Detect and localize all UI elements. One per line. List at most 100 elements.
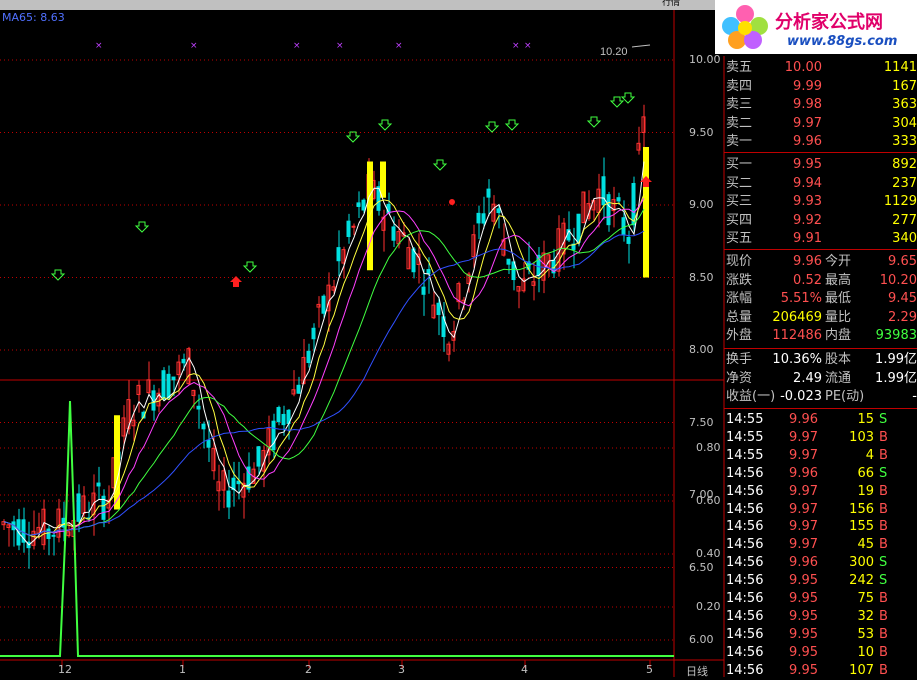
quote-cell: B — [879, 483, 888, 499]
quote-cell: 2.49 — [793, 370, 822, 386]
candle-body — [46, 528, 51, 539]
buy-arrow-icon — [484, 121, 500, 133]
logo-url[interactable]: www.88gs.com — [787, 34, 897, 49]
quote-cell: 112486 — [772, 328, 822, 343]
tick-row: 14:56 9.95 53 B — [724, 626, 917, 644]
cross-marker: × — [293, 41, 301, 51]
candle-body — [196, 405, 201, 410]
quote-cell: S — [879, 555, 888, 571]
ask-row: 卖三 9.98 363 — [724, 96, 917, 114]
quote-cell: 股本 — [825, 352, 852, 367]
quote-cell: 9.91 — [793, 231, 822, 246]
high-marker-line — [631, 44, 651, 48]
high-marker-label: 10.20 — [600, 46, 628, 58]
quote-cell: 9.95 — [789, 608, 818, 624]
quote-cell: 14:56 — [726, 608, 764, 624]
candle-body — [306, 350, 311, 364]
fundamental-row: 收益(一) -0.023 PE(动) - — [724, 388, 917, 406]
quote-cell: 卖四 — [726, 78, 753, 94]
price-tick-label: 6.00 — [689, 633, 714, 646]
quote-cell: 9.96 — [793, 254, 822, 269]
quote-cell: 卖一 — [726, 134, 753, 149]
quote-cell: 9.92 — [793, 212, 822, 228]
quote-cell: 涨跌 — [726, 272, 753, 288]
candle-body — [346, 220, 351, 238]
quote-cell: 9.97 — [789, 537, 818, 553]
candle-body — [476, 212, 481, 224]
time-tick-label: 2 — [305, 663, 312, 676]
quote-cell: 9.94 — [793, 175, 822, 191]
stat-row: 涨幅 5.51% 最低 9.45 — [724, 290, 917, 308]
bid-row: 买二 9.94 237 — [724, 175, 917, 193]
quote-cell: 14:56 — [726, 537, 764, 553]
quote-cell: 9.96 — [789, 465, 818, 481]
signal-bar — [380, 161, 386, 198]
stat-row: 外盘 112486 内盘 93983 — [724, 327, 917, 345]
ask-row: 卖二 9.97 304 — [724, 115, 917, 133]
quote-cell: B — [879, 447, 888, 463]
quote-cell: B — [879, 537, 888, 553]
candle-body — [336, 247, 341, 262]
quote-cell: B — [879, 429, 888, 445]
quote-cell: 9.65 — [888, 254, 917, 269]
quote-cell: 最低 — [825, 291, 852, 306]
quote-cell: 10.20 — [879, 272, 917, 288]
tick-row: 14:56 9.96 66 S — [724, 465, 917, 483]
quote-cell: 买四 — [726, 212, 753, 228]
quote-cell: B — [879, 519, 888, 535]
bid-row: 买四 9.92 277 — [724, 212, 917, 230]
quote-cell: 9.97 — [789, 429, 818, 445]
lower-tick-label: 0.40 — [696, 547, 721, 560]
quote-cell: 量比 — [825, 309, 852, 325]
quote-cell: 14:55 — [726, 412, 764, 427]
quote-cell: 237 — [892, 175, 917, 191]
quote-cell: 10.36% — [772, 352, 822, 367]
price-tick-label: 8.50 — [689, 270, 714, 284]
signal-bar — [114, 415, 120, 510]
quote-cell: 9.98 — [793, 97, 822, 112]
quote-cell: 1141 — [883, 60, 917, 75]
tick-row: 14:55 9.96 15 S — [724, 411, 917, 429]
quote-cell: 103 — [849, 429, 874, 445]
quote-cell: 10 — [857, 644, 874, 660]
price-tick-label: 8.00 — [689, 343, 714, 356]
candle-body — [171, 376, 176, 381]
time-tick-label: 3 — [398, 663, 405, 676]
stat-row: 总量 206469 量比 2.29 — [724, 309, 917, 327]
quote-cell: 93983 — [875, 328, 917, 343]
quote-cell: S — [879, 465, 888, 481]
quote-cell: 14:56 — [726, 644, 764, 660]
lower-tick-label: 0.60 — [696, 494, 721, 507]
candle-body — [426, 269, 431, 275]
candle-body — [311, 327, 316, 340]
quote-panel: 卖五 10.00 1141 卖四 9.99 167 卖三 9.98 363 卖二 9.97 304 卖一… — [724, 56, 917, 678]
bid-row: 买一 9.95 892 — [724, 156, 917, 174]
quote-cell: 9.97 — [789, 483, 818, 499]
candle-body — [411, 248, 416, 273]
buy-arrow-icon — [242, 261, 258, 273]
candle-body — [276, 407, 281, 423]
candle-body — [61, 517, 66, 528]
divider — [724, 249, 917, 250]
quote-cell: 10.00 — [784, 60, 822, 75]
candle-body — [601, 176, 606, 206]
cross-marker: × — [95, 41, 103, 51]
divider — [724, 408, 917, 409]
buy-arrow-icon — [377, 119, 393, 131]
tick-row: 14:56 9.95 32 B — [724, 608, 917, 626]
quote-cell: 9.96 — [793, 134, 822, 149]
quote-cell: 9.95 — [789, 573, 818, 589]
quote-cell: B — [879, 608, 888, 624]
quote-cell: 14:56 — [726, 501, 764, 517]
quote-cell: 14:56 — [726, 591, 764, 606]
quote-cell: 外盘 — [726, 328, 753, 343]
quote-cell: 340 — [892, 231, 917, 246]
candle-body — [281, 413, 286, 426]
quote-cell: 9.97 — [789, 447, 818, 463]
quote-cell: 流通 — [825, 370, 852, 386]
tick-row: 14:55 9.97 103 B — [724, 429, 917, 447]
tick-row: 14:56 9.97 156 B — [724, 501, 917, 519]
quote-cell: 167 — [892, 78, 917, 94]
quote-cell: 32 — [857, 608, 874, 624]
fundamental-row: 换手 10.36% 股本 1.99亿 — [724, 351, 917, 369]
